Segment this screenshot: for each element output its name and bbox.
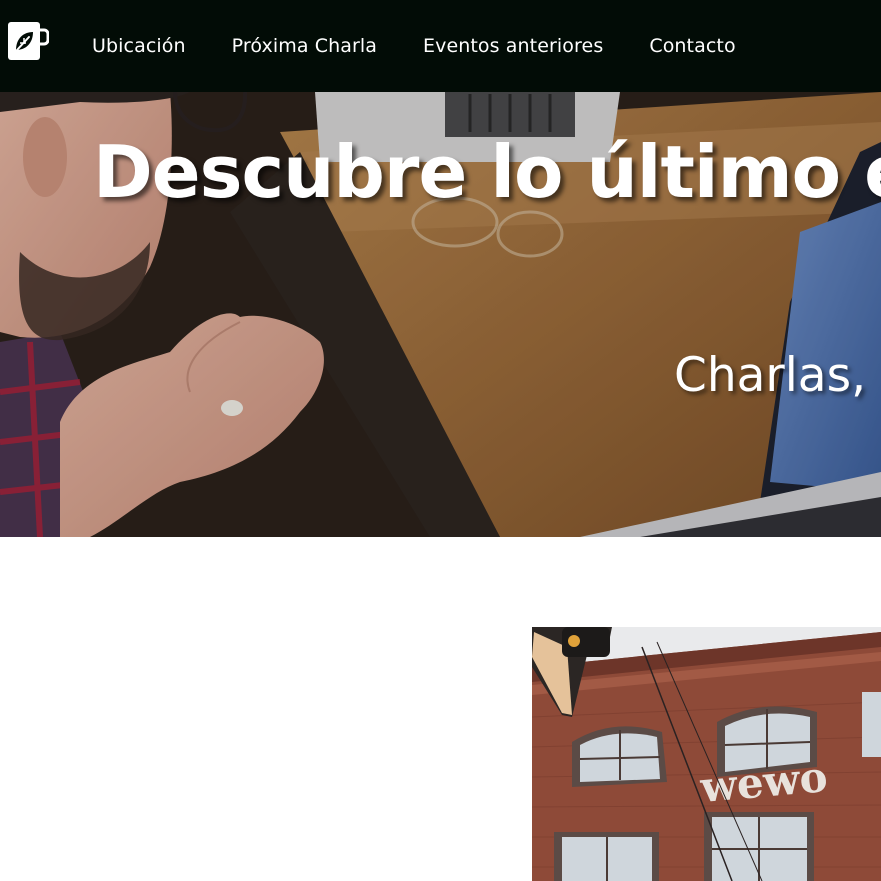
mug-leaf-icon <box>8 22 50 60</box>
nav-link-ubicacion[interactable]: Ubicación <box>92 35 186 57</box>
nav-link-proxima-charla[interactable]: Próxima Charla <box>232 35 377 57</box>
venue-building-image: wewo <box>532 627 881 881</box>
site-logo[interactable] <box>7 21 50 61</box>
nav-link-eventos-anteriores[interactable]: Eventos anteriores <box>423 35 603 57</box>
top-navbar: Ubicación Próxima Charla Eventos anterio… <box>0 0 881 92</box>
brick-building-photo: wewo <box>532 627 881 881</box>
hero-section: Descubre lo último e Charlas, c <box>0 92 881 537</box>
nav-links: Ubicación Próxima Charla Eventos anterio… <box>92 0 782 92</box>
hero-title: Descubre lo último e <box>93 130 881 214</box>
nav-link-contacto[interactable]: Contacto <box>649 35 735 57</box>
hero-subtitle: Charlas, c <box>674 348 881 403</box>
